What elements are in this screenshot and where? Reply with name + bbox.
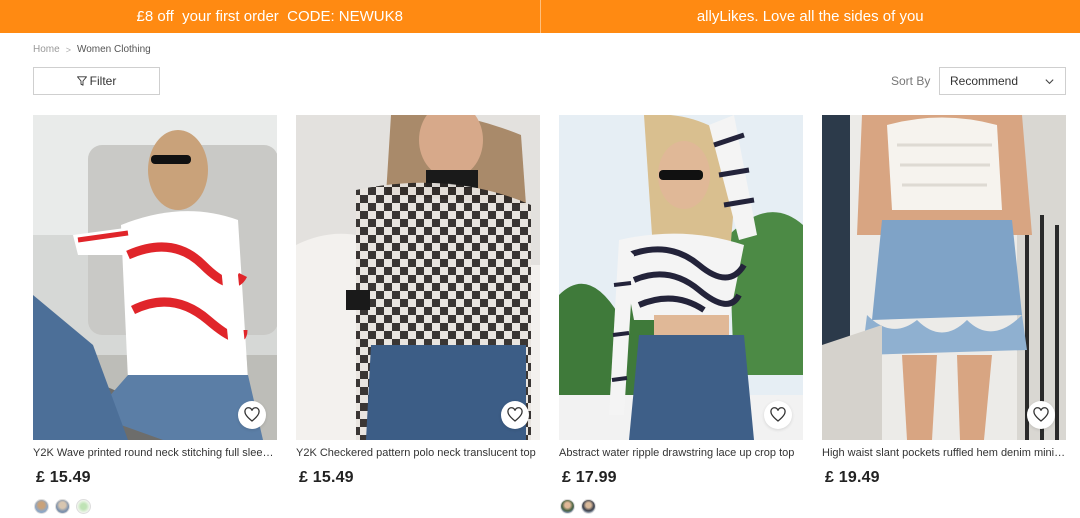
product-image[interactable] bbox=[559, 115, 803, 440]
sort-select[interactable]: Recommend bbox=[939, 67, 1066, 95]
product-card[interactable]: Y2K Checkered pattern polo neck transluc… bbox=[296, 115, 540, 487]
product-price: £ 15.49 bbox=[299, 469, 354, 486]
wishlist-button[interactable] bbox=[501, 401, 529, 429]
wishlist-button[interactable] bbox=[238, 401, 266, 429]
wishlist-button[interactable] bbox=[764, 401, 792, 429]
breadcrumb-separator: > bbox=[65, 44, 71, 55]
promo-slogan-text[interactable]: allyLikes. Love all the sides of you bbox=[541, 0, 1080, 33]
product-card[interactable]: Abstract water ripple drawstring lace up… bbox=[559, 115, 803, 514]
promo-banner[interactable]: £8 off your first order CODE: NEWUK8 all… bbox=[0, 0, 1080, 33]
breadcrumb: Home > Women Clothing bbox=[33, 44, 151, 55]
heart-icon bbox=[244, 407, 260, 422]
funnel-icon bbox=[76, 76, 87, 86]
promo-discount-text[interactable]: £8 off your first order CODE: NEWUK8 bbox=[0, 0, 540, 33]
heart-icon bbox=[507, 407, 523, 422]
heart-icon bbox=[770, 407, 786, 422]
product-photo bbox=[296, 115, 540, 440]
product-photo bbox=[33, 115, 277, 440]
breadcrumb-home-link[interactable]: Home bbox=[33, 44, 60, 55]
product-price: £ 19.49 bbox=[825, 469, 880, 486]
product-title[interactable]: Y2K Checkered pattern polo neck transluc… bbox=[296, 446, 540, 461]
sort-by-label: Sort By bbox=[891, 74, 931, 88]
sort-value: Recommend bbox=[950, 74, 1019, 88]
product-price: £ 15.49 bbox=[36, 469, 91, 486]
product-title[interactable]: High waist slant pockets ruffled hem den… bbox=[822, 446, 1066, 461]
product-image[interactable] bbox=[822, 115, 1066, 440]
chevron-down-icon bbox=[1045, 78, 1054, 84]
product-photo bbox=[822, 115, 1066, 440]
product-title[interactable]: Abstract water ripple drawstring lace up… bbox=[559, 446, 803, 461]
color-swatch[interactable] bbox=[76, 499, 91, 514]
product-photo bbox=[559, 115, 803, 440]
color-swatches bbox=[559, 499, 803, 514]
color-swatch[interactable] bbox=[560, 499, 575, 514]
color-swatch[interactable] bbox=[581, 499, 596, 514]
color-swatches bbox=[33, 499, 277, 514]
color-swatch[interactable] bbox=[55, 499, 70, 514]
color-swatch[interactable] bbox=[34, 499, 49, 514]
product-image[interactable] bbox=[296, 115, 540, 440]
product-price: £ 17.99 bbox=[562, 469, 617, 486]
product-title[interactable]: Y2K Wave printed round neck stitching fu… bbox=[33, 446, 277, 461]
filter-button[interactable]: Filter bbox=[33, 67, 160, 95]
wishlist-button[interactable] bbox=[1027, 401, 1055, 429]
product-card[interactable]: Y2K Wave printed round neck stitching fu… bbox=[33, 115, 277, 514]
heart-icon bbox=[1033, 407, 1049, 422]
breadcrumb-current: Women Clothing bbox=[76, 44, 151, 55]
filter-label: Filter bbox=[89, 74, 117, 88]
product-card[interactable]: High waist slant pockets ruffled hem den… bbox=[822, 115, 1066, 487]
product-image[interactable] bbox=[33, 115, 277, 440]
